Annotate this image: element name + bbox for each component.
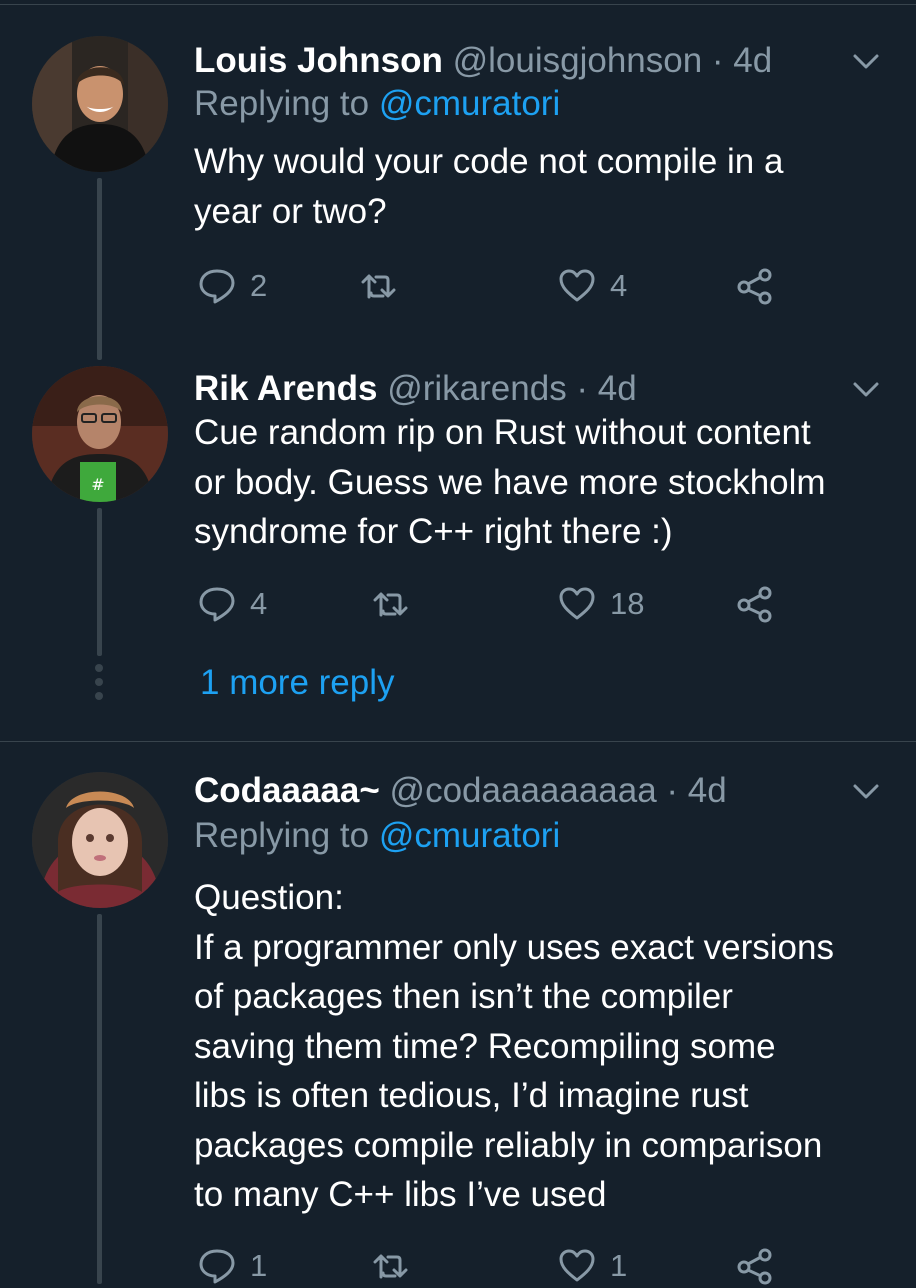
tweet-text: Cue random rip on Rust without content o… <box>194 408 894 557</box>
tweet-text-line: Cue random rip on Rust without content <box>194 413 811 452</box>
reply-icon <box>199 269 235 304</box>
tweet-text-line: year or two? <box>194 191 387 231</box>
thread-line <box>97 508 102 656</box>
chevron-down-icon[interactable] <box>850 378 882 402</box>
chevron-down-icon[interactable] <box>850 50 882 74</box>
tweet-text-line: packages compile reliably in comparison <box>194 1125 823 1165</box>
thread-line <box>97 914 102 1284</box>
retweet-icon <box>361 274 396 299</box>
reply-button[interactable]: 2 <box>198 264 267 308</box>
share-icon <box>737 1248 772 1285</box>
tweet-text: Question: If a programmer only uses exac… <box>194 873 894 1220</box>
reply-button[interactable]: 4 <box>198 582 267 626</box>
share-icon <box>737 268 772 305</box>
replying-prefix: Replying to <box>194 84 379 123</box>
replying-to: Replying to @cmuratori <box>194 816 560 856</box>
tweet-actions: 2 4 <box>194 264 794 308</box>
author-name[interactable]: Codaaaaa~ <box>194 771 380 810</box>
top-divider <box>0 4 916 5</box>
author-handle: @rikarends · 4d <box>387 369 637 408</box>
divider <box>0 741 916 742</box>
like-button[interactable]: 4 <box>558 264 627 308</box>
reply-icon <box>199 587 235 622</box>
thread-line <box>97 178 102 360</box>
tweet-header: Rik Arends @rikarends · 4d <box>194 364 637 414</box>
avatar-codaaaaa[interactable] <box>32 772 168 908</box>
share-button[interactable] <box>736 582 774 626</box>
replying-to: Replying to @cmuratori <box>194 84 560 124</box>
author-name[interactable]: Rik Arends <box>194 369 377 408</box>
tweet-header: Louis Johnson @louisgjohnson · 4d <box>194 36 772 86</box>
like-count: 4 <box>610 268 628 303</box>
avatar-rik-arends[interactable]: # <box>32 366 168 502</box>
tweet-text-line: Why would your code not compile in a <box>194 142 784 181</box>
tweet-actions: 1 1 <box>194 1244 794 1288</box>
chevron-down-icon[interactable] <box>850 780 882 804</box>
tweet-text-line: saving them time? Recompiling some <box>194 1026 776 1066</box>
tweet-text-line: If a programmer only uses exact versions <box>194 927 834 967</box>
svg-text:#: # <box>91 475 104 494</box>
share-button[interactable] <box>736 1244 774 1288</box>
thread-dots <box>94 664 104 706</box>
tweet-actions: 4 18 <box>194 582 794 626</box>
retweet-button[interactable] <box>372 1244 424 1288</box>
reply-button[interactable]: 1 <box>198 1244 267 1288</box>
mention-link[interactable]: @cmuratori <box>379 816 560 855</box>
more-replies-link[interactable]: 1 more reply <box>200 663 395 703</box>
tweet-text-line: of packages then isn’t the compiler <box>194 977 733 1016</box>
avatar-louis-johnson[interactable] <box>32 36 168 172</box>
like-button[interactable]: 18 <box>558 582 644 626</box>
reply-icon <box>199 1249 235 1284</box>
retweet-button[interactable] <box>360 264 412 308</box>
heart-icon <box>559 269 595 302</box>
tweet-text-line: Question: <box>194 878 344 917</box>
retweet-icon <box>373 1254 408 1279</box>
tweet-text-line: to many C++ libs I’ve used <box>194 1175 607 1214</box>
reply-count: 4 <box>250 586 268 621</box>
mention-link[interactable]: @cmuratori <box>379 84 560 123</box>
tweet-text-line: libs is often tedious, I’d imagine rust <box>194 1076 749 1115</box>
retweet-icon <box>373 592 408 617</box>
share-button[interactable] <box>736 264 774 308</box>
reply-count: 2 <box>250 268 268 303</box>
tweet-text-line: or body. Guess we have more stockholm <box>194 462 826 502</box>
heart-icon <box>559 1249 595 1282</box>
tweet-text: Why would your code not compile in a yea… <box>194 137 894 236</box>
share-icon <box>737 586 772 623</box>
like-count: 18 <box>610 586 645 621</box>
author-name[interactable]: Louis Johnson <box>194 41 443 80</box>
tweet-text-line: syndrome for C++ right there :) <box>194 512 673 551</box>
retweet-button[interactable] <box>372 582 424 626</box>
author-handle: @codaaaaaaaaa · 4d <box>389 771 727 810</box>
like-button[interactable]: 1 <box>558 1244 627 1288</box>
author-handle: @louisgjohnson · 4d <box>452 41 773 80</box>
heart-icon <box>559 587 595 620</box>
replying-prefix: Replying to <box>194 816 379 855</box>
tweet-header: Codaaaaa~ @codaaaaaaaaa · 4d <box>194 766 727 816</box>
